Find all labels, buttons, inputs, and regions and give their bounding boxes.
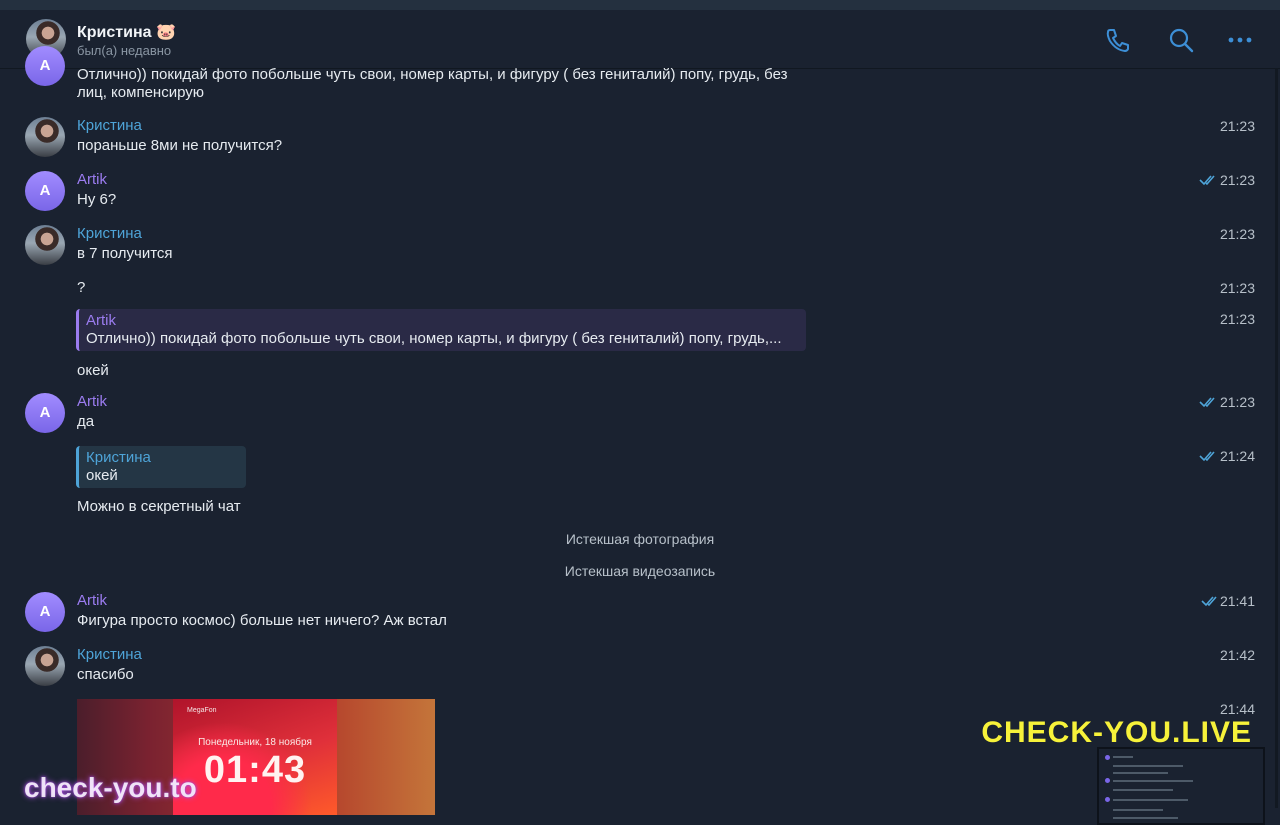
contact-name[interactable]: Кристина 🐷 [77,22,176,42]
reply-quote[interactable]: Кристина окей [76,446,246,488]
sender-name[interactable]: Кристина [77,225,142,242]
phone-icon[interactable] [1104,26,1132,54]
message-time: 21:42 [1219,647,1255,663]
chat-header: Кристина 🐷 был(а) недавно [0,10,1280,69]
service-message: Истекшая фотография [565,531,715,547]
contact-status: был(а) недавно [77,43,172,58]
read-check-icon [1199,397,1215,408]
reply-quote[interactable]: Artik Отлично)) покидай фото побольше чу… [76,309,806,351]
kristina-avatar[interactable] [25,646,65,686]
sender-name[interactable]: Artik [77,393,107,410]
message-text: Отлично)) покидай фото побольше чуть сво… [77,66,788,83]
message-text: да [77,413,95,430]
message-time: 21:23 [1219,280,1255,296]
message-time: 21:23 [1219,118,1255,134]
message-time: 21:44 [1219,701,1255,717]
watermark-left: check-you.to [24,772,197,803]
artik-avatar[interactable]: A [25,171,65,211]
read-check-icon [1201,596,1217,607]
sender-name[interactable]: Artik [77,171,107,188]
read-check-icon [1199,175,1215,186]
window-top-strip [0,0,1280,10]
quote-author: Кристина [86,449,151,466]
service-message: Истекшая видеозапись [564,563,716,579]
kristina-avatar[interactable] [25,225,65,265]
watermark-right: CHECK-YOU.LIVE [981,716,1252,749]
phone-screenshot: MegaFon Понедельник, 18 ноября 01:43 [173,699,337,815]
more-icon[interactable] [1226,26,1254,54]
quote-text: окей [86,467,118,484]
read-check-icon [1199,451,1215,462]
message-time: 21:23 [1219,394,1255,410]
photo-date: Понедельник, 18 ноября [198,737,312,748]
message-time: 21:23 [1219,311,1255,327]
message-text: окей [77,362,109,379]
message-text: в 7 получится [77,245,173,262]
photo-carrier: MegaFon [187,707,217,714]
sender-name[interactable]: Кристина [77,117,142,134]
quote-author: Artik [86,312,116,329]
thumbnail-preview [1097,747,1265,825]
message-time: 21:23 [1219,172,1255,188]
sender-name[interactable]: Artik [77,592,107,609]
photo-clock: 01:43 [203,749,307,791]
artik-avatar[interactable]: A [25,46,65,86]
message-text: спасибо [77,666,134,683]
message-text: пораньше 8ми не получится? [77,137,283,154]
message-text: лиц, компенсирую [77,84,204,101]
message-text: Ну 6? [77,191,117,208]
artik-avatar[interactable]: A [25,592,65,632]
message-time: 21:41 [1219,593,1255,609]
message-time: 21:23 [1219,226,1255,242]
chat-scrollbar[interactable] [1275,68,1278,808]
message-time: 21:24 [1219,448,1255,464]
kristina-avatar[interactable] [25,117,65,157]
message-text: Можно в секретный чат [77,498,241,515]
artik-avatar[interactable]: A [25,393,65,433]
quote-text: Отлично)) покидай фото побольше чуть сво… [86,330,782,347]
message-text: Фигура просто космос) больше нет ничего?… [77,612,447,629]
search-icon[interactable] [1167,26,1195,54]
message-text: ? [77,279,86,296]
sender-name[interactable]: Кристина [77,646,142,663]
